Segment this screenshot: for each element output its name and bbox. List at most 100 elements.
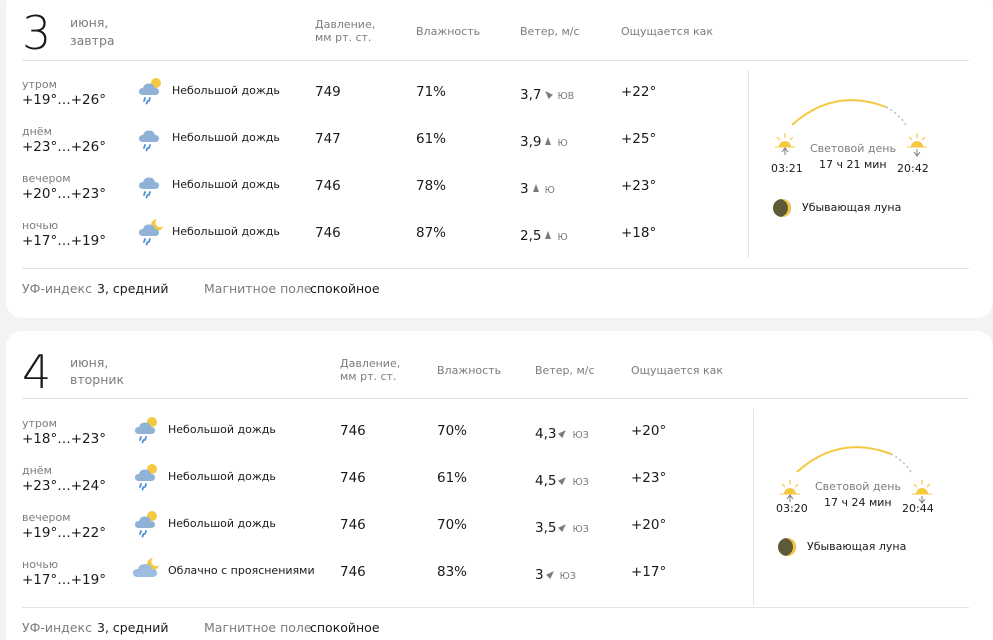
- period-label: утром: [22, 417, 57, 430]
- wind-cell: 3Ю: [520, 178, 555, 197]
- header-wind: Ветер, м/с: [520, 25, 580, 38]
- wind-direction-arrow-icon: [543, 88, 554, 99]
- magnetic-field-label: Магнитное поле: [204, 620, 312, 635]
- magnetic-field-value: спокойное: [310, 281, 380, 296]
- vertical-divider: [748, 70, 749, 258]
- temperature-range: +19°…+26°: [22, 92, 106, 108]
- temperature-range: +19°…+22°: [22, 525, 106, 541]
- forecast-card-day-3: 3 июня, завтра Давление, мм рт. ст. Влаж…: [6, 0, 993, 318]
- feels-like-value: +17°: [631, 564, 667, 580]
- wind-direction: Ю: [544, 185, 555, 196]
- feels-like-value: +18°: [621, 225, 657, 241]
- condition-text: Небольшой дождь: [168, 470, 276, 483]
- wind-cell: 4,3 ЮЗ: [535, 423, 589, 442]
- cloud-moon-rain-icon: [136, 217, 166, 251]
- divider: [22, 398, 969, 399]
- period-label: днём: [22, 125, 52, 138]
- sunrise-time: 03:20: [776, 502, 808, 515]
- humidity-value: 61%: [437, 470, 468, 486]
- humidity-value: 71%: [416, 84, 447, 100]
- header-pressure: Давление, мм рт. ст.: [315, 18, 376, 44]
- daylight-label: Световой день: [810, 142, 896, 155]
- condition-text: Небольшой дождь: [168, 517, 276, 530]
- uv-index-label: УФ-индекс: [22, 281, 92, 296]
- wind-direction-arrow-icon: [532, 183, 539, 192]
- wind-speed: 2,5: [520, 228, 542, 244]
- feels-like-value: +25°: [621, 131, 657, 147]
- condition-text: Небольшой дождь: [172, 84, 280, 97]
- wind-cell: 3,7 ЮВ: [520, 84, 574, 103]
- feels-like-value: +20°: [631, 423, 667, 439]
- pressure-value: 746: [315, 178, 341, 194]
- magnetic-field-label: Магнитное поле: [204, 281, 312, 296]
- header-humidity: Влажность: [416, 25, 481, 38]
- wind-direction: ЮВ: [557, 91, 575, 102]
- forecast-card-day-4: 4 июня, вторник Давление, мм рт. ст. Вла…: [6, 331, 993, 640]
- moon-phase-icon: [773, 199, 791, 217]
- cloud-sun-rain-icon: [132, 415, 162, 449]
- pressure-value: 746: [315, 225, 341, 241]
- magnetic-field-value: спокойное: [310, 620, 380, 635]
- day-weekday: вторник: [70, 372, 125, 387]
- feels-like-value: +22°: [621, 84, 657, 100]
- wind-speed: 3: [520, 181, 529, 197]
- wind-speed: 3,5: [535, 520, 557, 536]
- period-label: вечером: [22, 511, 71, 524]
- wind-cell: 4,5 ЮЗ: [535, 470, 589, 489]
- cloud-sun-rain-icon: [132, 462, 162, 496]
- sunset-icon: [907, 133, 927, 157]
- pressure-value: 747: [315, 131, 341, 147]
- uv-index-label: УФ-индекс: [22, 620, 92, 635]
- cloud-rain-icon: [136, 170, 166, 204]
- header-humidity: Влажность: [437, 364, 502, 377]
- temperature-range: +23°…+24°: [22, 478, 106, 494]
- wind-direction-arrow-icon: [558, 427, 569, 438]
- temperature-range: +17°…+19°: [22, 233, 106, 249]
- wind-cell: 2,5 Ю: [520, 225, 568, 244]
- daylight-label: Световой день: [815, 480, 901, 493]
- moon-phase-label: Убывающая луна: [807, 540, 907, 553]
- day-number: 3: [22, 6, 52, 60]
- day-month: июня,: [70, 355, 109, 370]
- humidity-value: 61%: [416, 131, 447, 147]
- wind-direction-arrow-icon: [558, 521, 569, 532]
- header-pressure: Давление, мм рт. ст.: [340, 357, 401, 383]
- wind-speed: 4,5: [535, 473, 557, 489]
- temperature-range: +17°…+19°: [22, 572, 106, 588]
- day-month: июня,: [70, 15, 109, 30]
- period-label: ночью: [22, 558, 59, 571]
- feels-like-value: +23°: [631, 470, 667, 486]
- header-feels-like: Ощущается как: [631, 364, 723, 377]
- wind-speed: 3,7: [520, 87, 542, 103]
- period-label: ночью: [22, 219, 59, 232]
- daylight-duration: 17 ч 21 мин: [819, 158, 887, 171]
- temperature-range: +23°…+26°: [22, 139, 106, 155]
- wind-direction: ЮЗ: [572, 524, 589, 535]
- day-number: 4: [22, 345, 52, 399]
- uv-index-value: 3, средний: [97, 281, 169, 296]
- humidity-value: 83%: [437, 564, 468, 580]
- condition-text: Облачно с прояснениями: [168, 564, 315, 577]
- cloud-sun-rain-icon: [132, 509, 162, 543]
- cloud-sun-rain-icon: [136, 76, 166, 110]
- vertical-divider: [753, 409, 754, 605]
- period-label: днём: [22, 464, 52, 477]
- humidity-value: 70%: [437, 423, 468, 439]
- sunrise-icon: [775, 133, 795, 155]
- feels-like-value: +23°: [621, 178, 657, 194]
- header-wind: Ветер, м/с: [535, 364, 595, 377]
- cloud-rain-icon: [136, 123, 166, 157]
- temperature-range: +20°…+23°: [22, 186, 106, 202]
- moon-phase-label: Убывающая луна: [802, 201, 902, 214]
- moon-phase-icon: [778, 538, 796, 556]
- sunset-icon: [912, 480, 932, 504]
- wind-direction-arrow-icon: [545, 136, 552, 145]
- sunset-time: 20:44: [902, 502, 934, 515]
- cloud-moon-icon: [132, 556, 162, 590]
- condition-text: Небольшой дождь: [172, 131, 280, 144]
- condition-text: Небольшой дождь: [172, 178, 280, 191]
- period-label: утром: [22, 78, 57, 91]
- wind-direction-arrow-icon: [558, 474, 569, 485]
- temperature-range: +18°…+23°: [22, 431, 106, 447]
- wind-speed: 3,9: [520, 134, 542, 150]
